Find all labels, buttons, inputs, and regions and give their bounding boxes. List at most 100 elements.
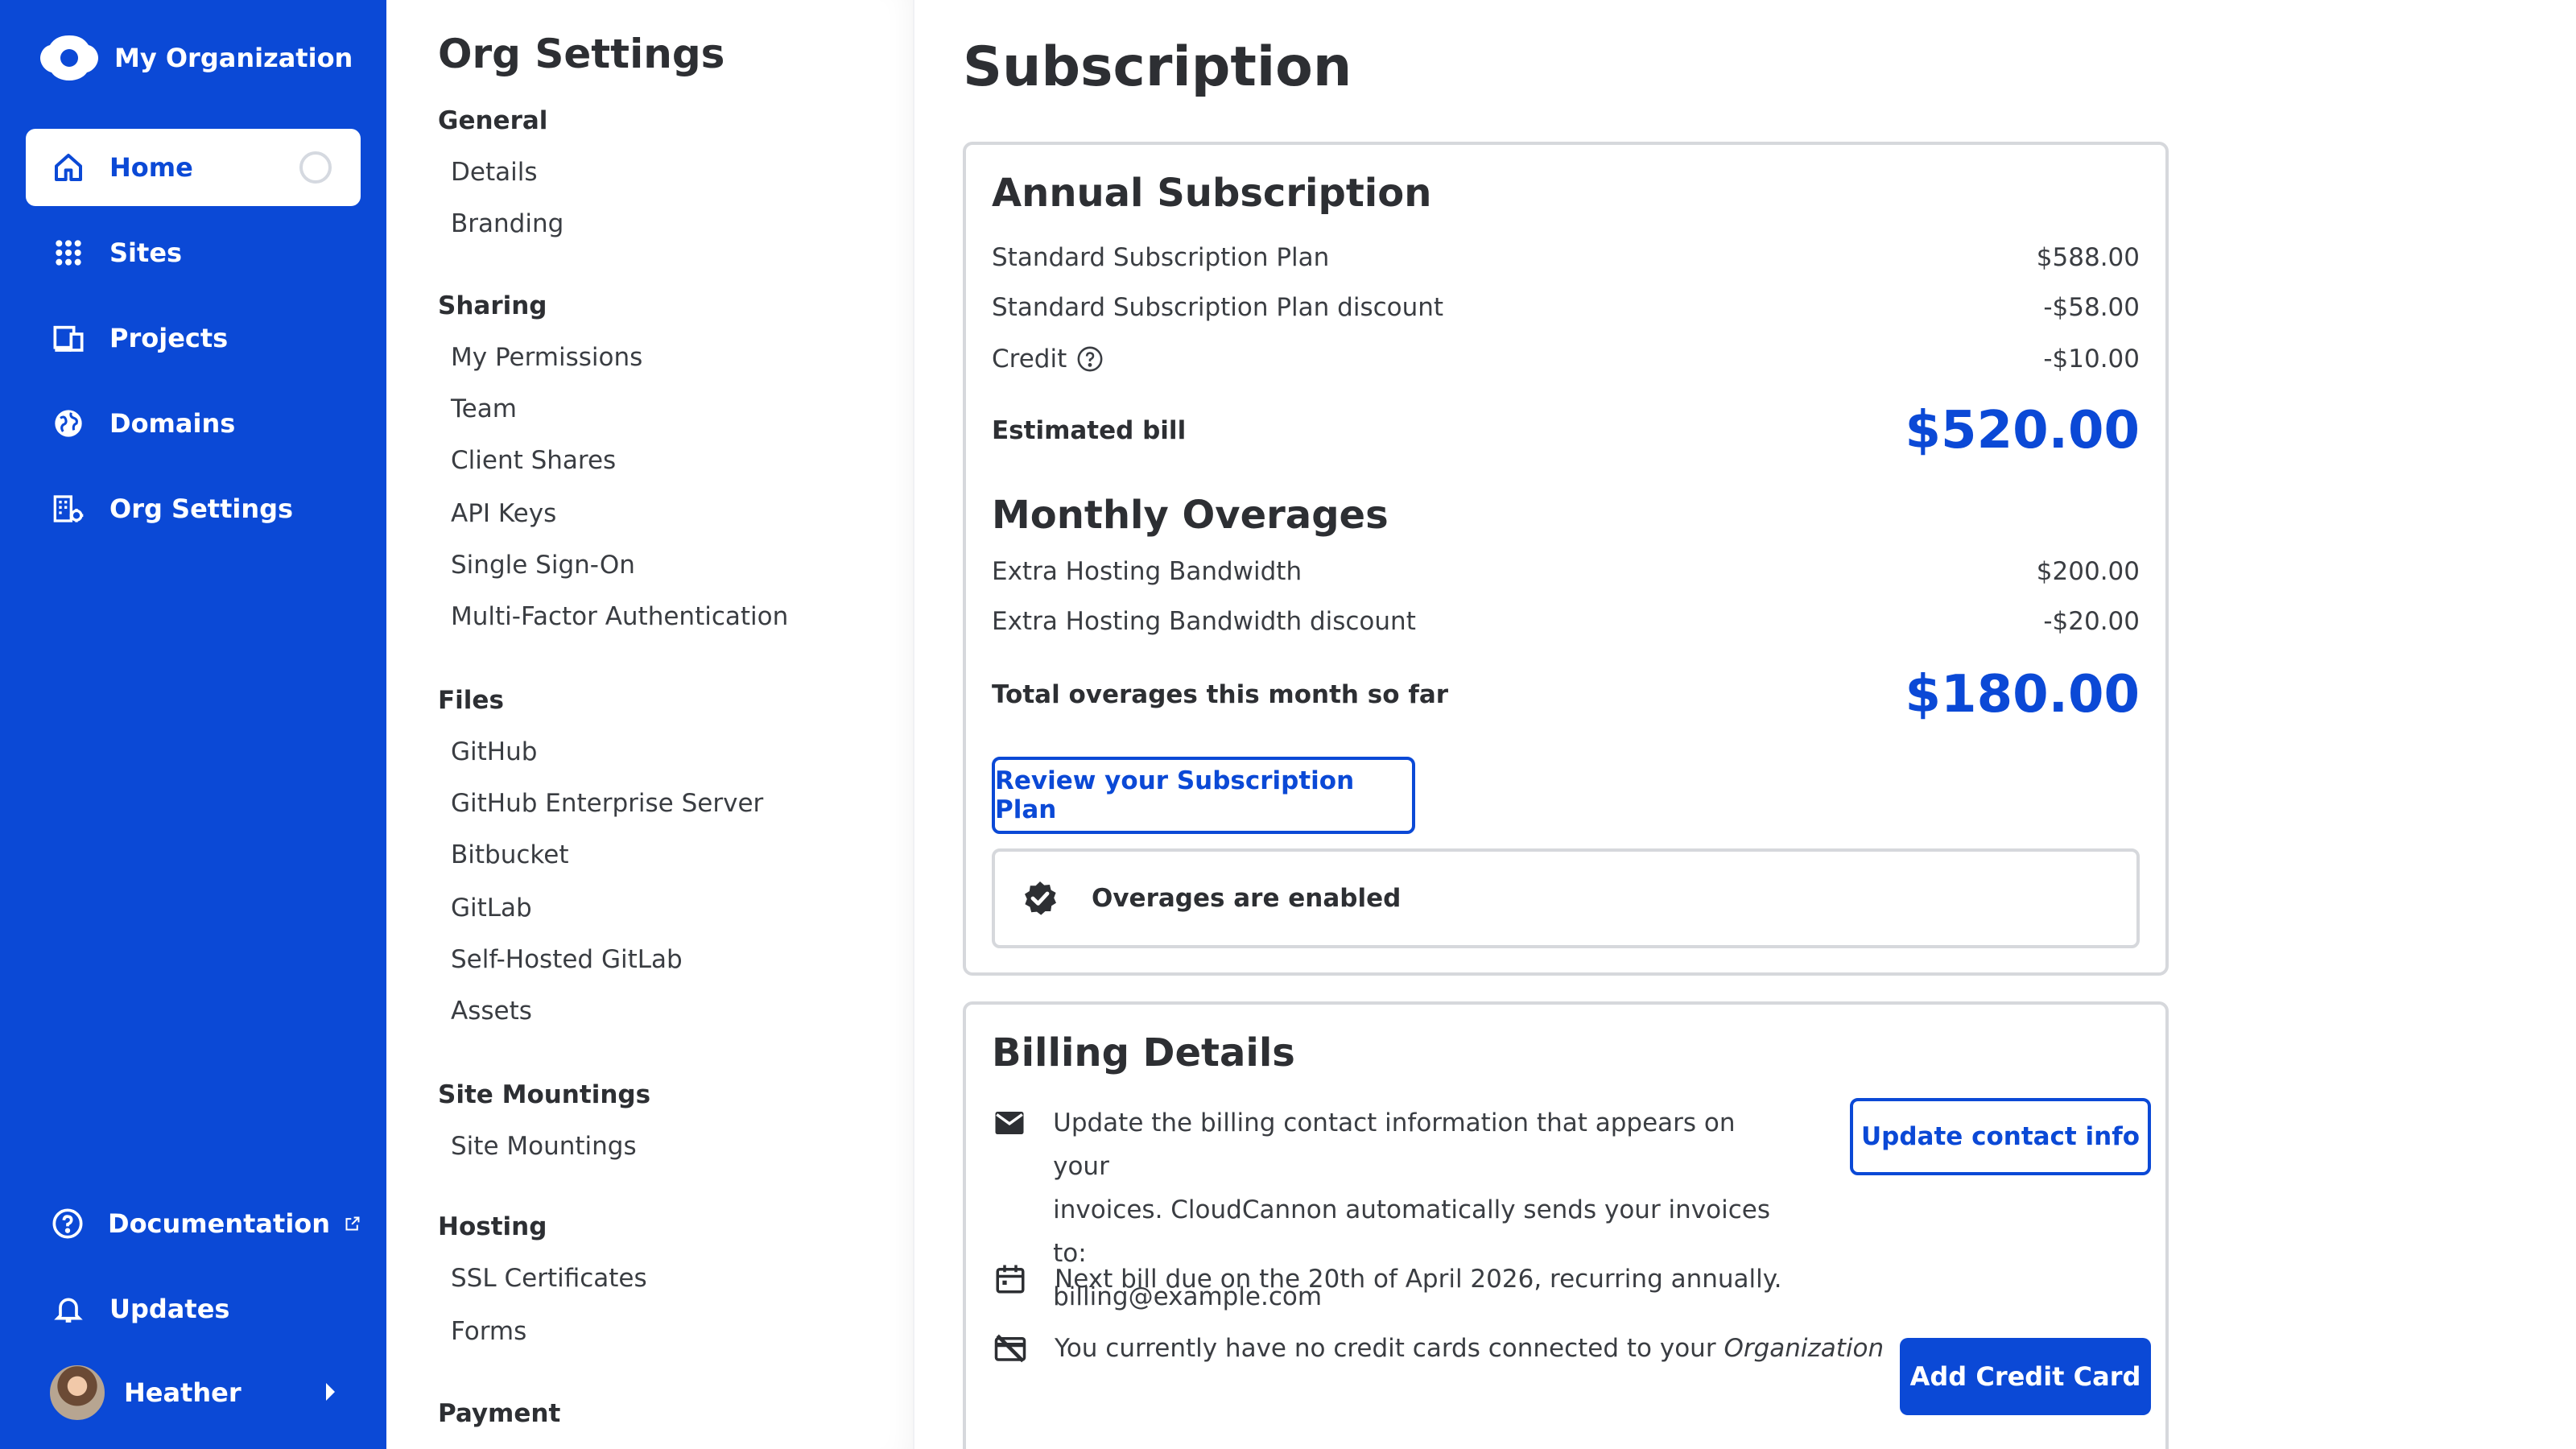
nav-item-label: Org Settings: [109, 493, 294, 524]
settings-link-gitlab[interactable]: GitLab: [451, 894, 532, 923]
main-content: Subscription Annual Subscription Standar…: [914, 0, 2576, 1449]
chevron-right-icon: [326, 1383, 335, 1401]
user-menu[interactable]: Heather: [48, 1362, 354, 1423]
settings-link-site-mountings[interactable]: Site Mountings: [451, 1132, 637, 1161]
settings-link-ssl-certificates[interactable]: SSL Certificates: [451, 1264, 647, 1293]
line-item-row: Standard Subscription Plan $588.00: [992, 240, 2140, 275]
overages-notice-text: Overages are enabled: [1092, 884, 1402, 913]
nav-item-label: Sites: [109, 237, 183, 268]
settings-link-details[interactable]: Details: [451, 158, 537, 187]
total-overages-label: Total overages this month so far: [992, 680, 1449, 709]
settings-link-branding[interactable]: Branding: [451, 209, 564, 238]
line-item-value: -$20.00: [2043, 607, 2140, 636]
settings-link-my-permissions[interactable]: My Permissions: [451, 343, 642, 372]
section-title: Files: [438, 686, 504, 715]
credit-cards-info: You currently have no credit cards conne…: [992, 1327, 1884, 1370]
settings-link-bitbucket[interactable]: Bitbucket: [451, 840, 568, 869]
section-title: Hosting: [438, 1212, 547, 1241]
settings-link-api-keys[interactable]: API Keys: [451, 499, 556, 528]
nav-item-label: Home: [109, 152, 193, 183]
user-name: Heather: [124, 1377, 242, 1408]
billing-details-title: Billing Details: [992, 1030, 1295, 1075]
line-item-value: $588.00: [2036, 243, 2140, 272]
settings-link-assets[interactable]: Assets: [451, 997, 532, 1026]
nav-item-documentation[interactable]: Documentation: [26, 1185, 361, 1262]
home-icon: [52, 151, 85, 184]
nav-item-domains[interactable]: Domains: [26, 385, 361, 462]
line-item-row: Standard Subscription Plan discount -$58…: [992, 290, 2140, 325]
update-contact-info-button[interactable]: Update contact info: [1850, 1098, 2151, 1175]
billing-details-card: Billing Details Update the billing conta…: [963, 1001, 2169, 1449]
nav-item-org-settings[interactable]: Org Settings: [26, 470, 361, 547]
credit-label-wrap: Credit: [992, 345, 1104, 374]
line-item-row: Credit -$10.00: [992, 341, 2140, 377]
nav-item-projects[interactable]: Projects: [26, 299, 361, 377]
settings-sidebar: Org Settings General Details Branding Sh…: [386, 0, 914, 1449]
devices-icon: [52, 321, 85, 355]
estimated-bill-value: $520.00: [1905, 401, 2140, 460]
section-title: Sharing: [438, 291, 547, 320]
review-subscription-button[interactable]: Review your Subscription Plan: [992, 757, 1415, 834]
settings-link-forms[interactable]: Forms: [451, 1317, 526, 1346]
line-item-row: Extra Hosting Bandwidth discount -$20.00: [992, 604, 2140, 639]
estimated-bill-row: Estimated bill $520.00: [992, 394, 2140, 467]
no-credit-card-icon: [992, 1327, 1029, 1370]
line-item-value: $200.00: [2036, 557, 2140, 586]
primary-nav: My Organization Home Sites Projects Doma…: [0, 0, 386, 1449]
mail-icon: [992, 1101, 1027, 1145]
settings-link-single-sign-on[interactable]: Single Sign-On: [451, 551, 635, 580]
org-name: My Organization: [114, 43, 353, 73]
annual-subscription-title: Annual Subscription: [992, 171, 1432, 216]
settings-link-github-enterprise-server[interactable]: GitHub Enterprise Server: [451, 789, 763, 818]
nav-item-home[interactable]: Home: [26, 129, 361, 206]
billing-contact-line: Update the billing contact information t…: [1053, 1108, 1736, 1181]
line-item-label: Standard Subscription Plan: [992, 243, 1330, 272]
settings-link-multi-factor-authentication[interactable]: Multi-Factor Authentication: [451, 602, 788, 631]
next-bill-info: Next bill due on the 20th of April 2026,…: [992, 1257, 1782, 1301]
overages-notice: Overages are enabled: [992, 848, 2140, 948]
page-title: Subscription: [963, 35, 1352, 99]
verified-badge-icon: [1025, 881, 1056, 915]
nav-item-label: Documentation: [108, 1208, 331, 1239]
globe-icon: [52, 407, 85, 440]
line-item-label: Credit: [992, 345, 1067, 374]
settings-title: Org Settings: [438, 31, 725, 77]
help-circle-icon[interactable]: [1076, 345, 1104, 373]
next-bill-text: Next bill due on the 20th of April 2026,…: [1055, 1265, 1782, 1294]
line-item-value: -$58.00: [2043, 293, 2140, 322]
line-item-label: Extra Hosting Bandwidth discount: [992, 607, 1416, 636]
line-item-label: Standard Subscription Plan discount: [992, 293, 1444, 322]
section-title: General: [438, 106, 548, 135]
total-overages-row: Total overages this month so far $180.00: [992, 658, 2140, 731]
settings-link-client-shares[interactable]: Client Shares: [451, 446, 616, 475]
settings-link-self-hosted-gitlab[interactable]: Self-Hosted GitLab: [451, 945, 683, 974]
estimated-bill-label: Estimated bill: [992, 416, 1187, 445]
settings-link-github[interactable]: GitHub: [451, 737, 537, 766]
monthly-overages-title: Monthly Overages: [992, 493, 1389, 538]
org-settings-icon: [52, 492, 85, 526]
nav-item-label: Projects: [109, 323, 229, 353]
bell-icon: [52, 1292, 85, 1326]
credit-cards-text: You currently have no credit cards conne…: [1055, 1327, 1884, 1370]
nav-item-sites[interactable]: Sites: [26, 214, 361, 291]
cloudcannon-logo-icon: [40, 35, 98, 80]
line-item-value: -$10.00: [2043, 345, 2140, 374]
settings-link-team[interactable]: Team: [451, 394, 517, 423]
nav-item-label: Updates: [109, 1294, 230, 1324]
subscription-card: Annual Subscription Standard Subscriptio…: [963, 142, 2169, 976]
credit-cards-text-prefix: You currently have no credit cards conne…: [1055, 1334, 1724, 1363]
loading-spinner-icon: [299, 151, 332, 184]
section-title: Site Mountings: [438, 1080, 651, 1109]
external-link-icon: [345, 1216, 360, 1231]
section-title: Payment: [438, 1399, 561, 1428]
grid-icon: [52, 236, 85, 270]
add-credit-card-button[interactable]: Add Credit Card: [1900, 1338, 2151, 1415]
total-overages-value: $180.00: [1905, 665, 2140, 724]
line-item-label: Extra Hosting Bandwidth: [992, 557, 1302, 586]
nav-item-updates[interactable]: Updates: [26, 1270, 361, 1348]
credit-cards-text-emph: Organization: [1724, 1334, 1885, 1363]
nav-item-label: Domains: [109, 408, 236, 439]
line-item-row: Extra Hosting Bandwidth $200.00: [992, 554, 2140, 589]
org-switcher[interactable]: My Organization: [40, 32, 353, 84]
help-circle-icon: [52, 1207, 84, 1241]
